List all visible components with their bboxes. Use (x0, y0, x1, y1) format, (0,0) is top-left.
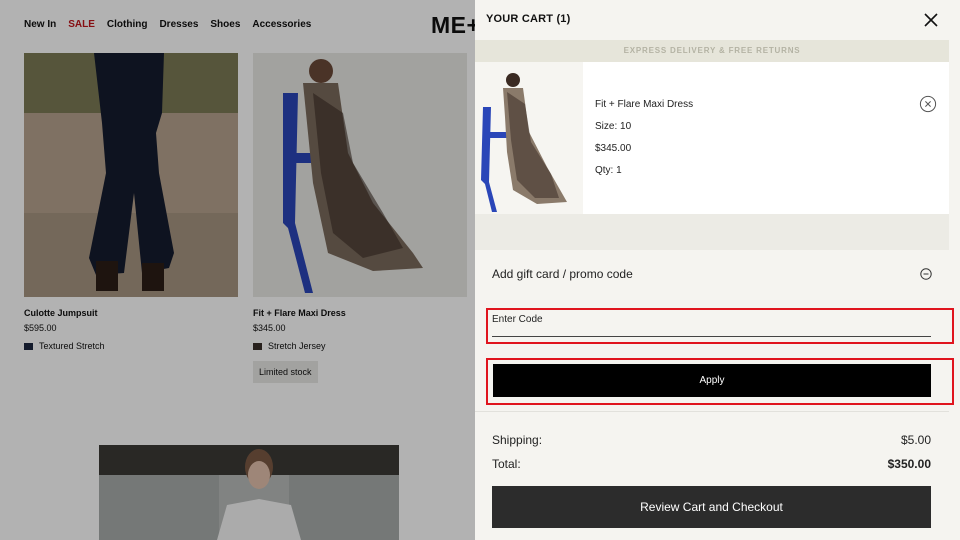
page-dim-overlay[interactable] (0, 0, 475, 540)
total-label: Total: (492, 457, 521, 471)
cart-title: YOUR CART (1) (486, 13, 571, 25)
shipping-row: Shipping: $5.00 (492, 433, 931, 447)
cart-item-qty: Qty: 1 (595, 165, 622, 176)
cart-drawer: YOUR CART (1) EXPRESS DELIVERY & FREE RE… (475, 0, 960, 540)
shipping-label: Shipping: (492, 433, 543, 447)
shipping-value: $5.00 (900, 433, 931, 447)
checkout-button[interactable]: Review Cart and Checkout (492, 486, 931, 528)
apply-button[interactable]: Apply (493, 364, 931, 397)
summary-divider (475, 411, 949, 412)
cart-item-price: $345.00 (595, 143, 632, 154)
total-value: $350.00 (887, 457, 931, 471)
cart-item-name[interactable]: Fit + Flare Maxi Dress (595, 94, 693, 116)
total-row: Total: $350.00 (492, 457, 931, 471)
close-icon[interactable] (924, 13, 938, 27)
promo-label: Add gift card / promo code (492, 267, 633, 281)
cart-item-image[interactable] (475, 62, 583, 214)
cart-item-details: Fit + Flare Maxi Dress Size: 10 $345.00 … (595, 94, 693, 182)
remove-item-icon[interactable] (919, 95, 937, 113)
delivery-banner: EXPRESS DELIVERY & FREE RETURNS (475, 40, 949, 62)
cart-spacer (475, 214, 949, 250)
promo-toggle[interactable]: Add gift card / promo code (492, 267, 932, 281)
cart-item-size: Size: 10 (595, 121, 632, 132)
cart-item: Fit + Flare Maxi Dress Size: 10 $345.00 … (475, 62, 949, 214)
promo-code-input[interactable] (492, 313, 931, 337)
collapse-minus-icon[interactable] (920, 268, 932, 280)
